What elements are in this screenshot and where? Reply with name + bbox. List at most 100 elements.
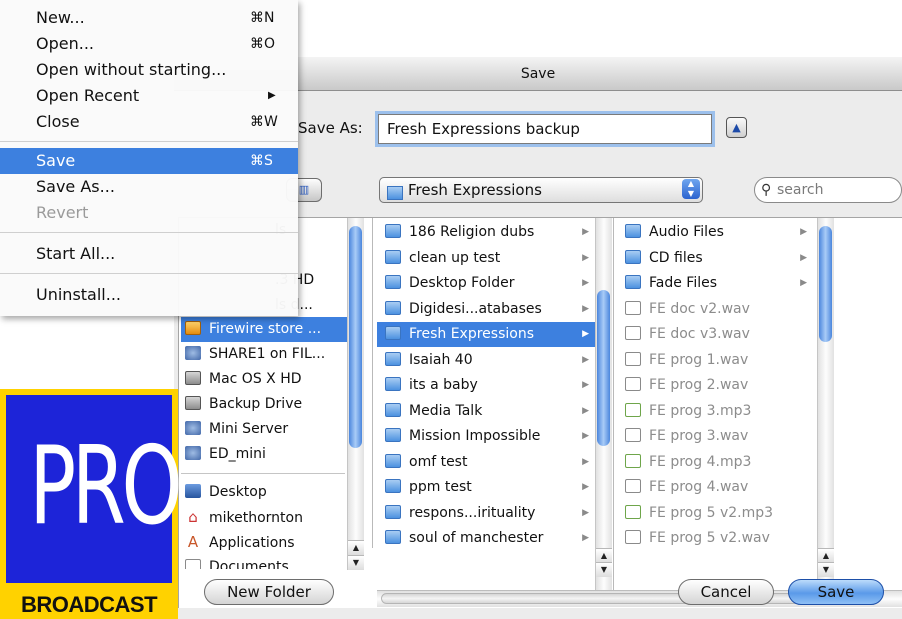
folder-icon	[385, 351, 401, 366]
file-row[interactable]: FE prog 1.wav	[617, 348, 813, 373]
folder-row[interactable]: 186 Religion dubs ▶	[377, 220, 595, 245]
sidebar-item-share1[interactable]: SHARE1 on FIL...	[181, 342, 349, 367]
scroll-up-arrow-icon[interactable]: ▲	[818, 548, 834, 563]
folder-row[interactable]: Media Talk ▶	[377, 399, 595, 424]
file-row[interactable]: FE prog 5 v2.wav	[617, 526, 813, 551]
folder-row[interactable]: Mission Impossible ▶	[377, 424, 595, 449]
folder-row[interactable]: clean up test ▶	[377, 246, 595, 271]
folder-row[interactable]: omf test ▶	[377, 450, 595, 475]
menu-item-uninstall[interactable]: Uninstall...	[0, 282, 298, 308]
disclosure-arrow-icon: ▶	[582, 380, 589, 390]
sidebar-scrollbar[interactable]: ▲ ▼	[347, 218, 364, 570]
search-field[interactable]: ⚲ search	[754, 177, 902, 203]
row-label: clean up test	[409, 249, 501, 266]
menu-item-start-all[interactable]: Start All...	[0, 241, 298, 267]
folder-row[interactable]: respons...irituality ▶	[377, 501, 595, 526]
location-popup[interactable]: Fresh Expressions	[379, 177, 703, 203]
sidebar-item-desktop[interactable]: Desktop	[181, 480, 349, 505]
file-row[interactable]: FE prog 4.wav	[617, 475, 813, 500]
menu-item-save[interactable]: Save ⌘S	[0, 148, 298, 174]
file-row[interactable]: Fade Files ▶	[617, 271, 813, 296]
disclosure-arrow-icon: ▶	[800, 278, 807, 288]
menu-item-save-as[interactable]: Save As...	[0, 174, 298, 200]
menu-item-label: Save	[36, 151, 76, 170]
scroll-thumb[interactable]	[819, 226, 832, 342]
row-label: FE prog 5 v2.wav	[649, 530, 770, 546]
row-label: Fade Files	[649, 275, 718, 291]
disclosure-arrow-icon: ▶	[582, 329, 589, 339]
submenu-arrow-icon: ▶	[268, 90, 276, 101]
file-row[interactable]: FE prog 2.wav	[617, 373, 813, 398]
location-popup-label: Fresh Expressions	[408, 181, 542, 199]
disclosure-arrow-icon: ▶	[582, 227, 589, 237]
row-label: 186 Religion dubs	[409, 224, 535, 240]
file-row[interactable]: CD files ▶	[617, 246, 813, 271]
row-label: FE prog 4.mp3	[649, 453, 752, 470]
network-volume-icon	[185, 346, 201, 360]
menu-item-new[interactable]: New... ⌘N	[0, 5, 298, 31]
scroll-up-arrow-icon[interactable]: ▲	[596, 548, 612, 563]
folder-row[interactable]: Digidesi...atabases ▶	[377, 297, 595, 322]
folder-icon	[385, 377, 401, 391]
sidebar-item-mac-os-x-hd[interactable]: Mac OS X HD	[181, 367, 349, 392]
row-label: FE prog 5 v2.mp3	[649, 504, 774, 521]
folder-icon	[385, 530, 401, 544]
row-label: FE doc v2.wav	[649, 300, 750, 317]
file-row[interactable]: FE prog 4.mp3	[617, 450, 813, 475]
scroll-thumb[interactable]	[597, 290, 610, 446]
file-row[interactable]: FE doc v2.wav	[617, 297, 813, 322]
scroll-down-arrow-icon[interactable]: ▼	[348, 555, 364, 570]
column-1-scrollbar[interactable]: ▲ ▼	[595, 218, 612, 590]
file-row[interactable]: Audio Files ▶	[617, 220, 813, 245]
cancel-button[interactable]: Cancel	[678, 579, 774, 605]
disclosure-arrow-icon: ▶	[582, 533, 589, 543]
documents-icon	[185, 559, 201, 569]
file-row[interactable]: FE prog 3.mp3	[617, 399, 813, 424]
disclosure-arrow-icon: ▶	[582, 431, 589, 441]
file-menu: New... ⌘N Open... ⌘O Open without starting…	[0, 0, 298, 316]
firewire-drive-icon	[185, 321, 201, 335]
popup-arrows-icon[interactable]: ▲ ▼	[682, 179, 700, 199]
folder-row[interactable]: its a baby ▶	[377, 373, 595, 398]
menu-item-open-recent[interactable]: Open Recent ▶	[0, 83, 298, 109]
folder-row[interactable]: Desktop Folder ▶	[377, 271, 595, 296]
menu-item-open[interactable]: Open... ⌘O	[0, 31, 298, 57]
save-as-field[interactable]: Fresh Expressions backup	[378, 114, 712, 144]
file-row[interactable]: FE prog 3.wav	[617, 424, 813, 449]
disclosure-arrow-icon: ▶	[582, 507, 589, 518]
folder-icon	[385, 453, 401, 468]
file-row[interactable]: FE doc v3.wav	[617, 322, 813, 347]
sidebar-item-documents[interactable]: Documents	[181, 555, 349, 569]
scroll-up-arrow-icon[interactable]: ▲	[348, 540, 364, 555]
row-label: ppm test	[409, 479, 472, 495]
menu-item-open-without-starting[interactable]: Open without starting...	[0, 57, 298, 83]
folder-row[interactable]: ppm test ▶	[377, 475, 595, 500]
row-label: its a baby	[409, 377, 478, 393]
file-row[interactable]: FE prog 5 v2.mp3	[617, 501, 813, 526]
scroll-thumb[interactable]	[349, 226, 362, 448]
folder-row[interactable]: soul of manchester ▶	[377, 526, 595, 551]
new-folder-button[interactable]: New Folder	[204, 579, 334, 605]
save-button[interactable]: Save	[788, 579, 884, 605]
sidebar-item-backup-drive[interactable]: Backup Drive	[181, 392, 349, 417]
sidebar-item-applications[interactable]: A Applications	[181, 530, 349, 555]
audio-file-icon	[625, 428, 641, 442]
mp3-file-icon	[625, 402, 641, 417]
column-2-scrollbar[interactable]: ▲ ▼	[817, 218, 834, 590]
expand-dialog-button[interactable]: ▲	[726, 117, 747, 138]
scroll-down-arrow-icon[interactable]: ▼	[596, 562, 612, 577]
sidebar-item-ed-mini[interactable]: ED_mini	[181, 442, 349, 467]
menu-item-close[interactable]: Close ⌘W	[0, 109, 298, 135]
folder-icon	[385, 249, 401, 264]
row-label: respons...irituality	[409, 504, 536, 521]
scroll-down-arrow-icon[interactable]: ▼	[818, 562, 834, 577]
search-icon: ⚲	[761, 182, 772, 198]
desktop-icon	[185, 484, 201, 498]
sidebar-item-firewire-store[interactable]: Firewire store ...	[181, 317, 349, 342]
row-label: FE doc v3.wav	[649, 326, 750, 342]
row-label: FE prog 3.mp3	[649, 402, 752, 419]
sidebar-item-home[interactable]: ⌂ mikethornton	[181, 505, 349, 530]
sidebar-item-mini-server[interactable]: Mini Server	[181, 417, 349, 442]
folder-row[interactable]: Isaiah 40 ▶	[377, 348, 595, 373]
folder-row[interactable]: Fresh Expressions ▶	[377, 322, 595, 347]
